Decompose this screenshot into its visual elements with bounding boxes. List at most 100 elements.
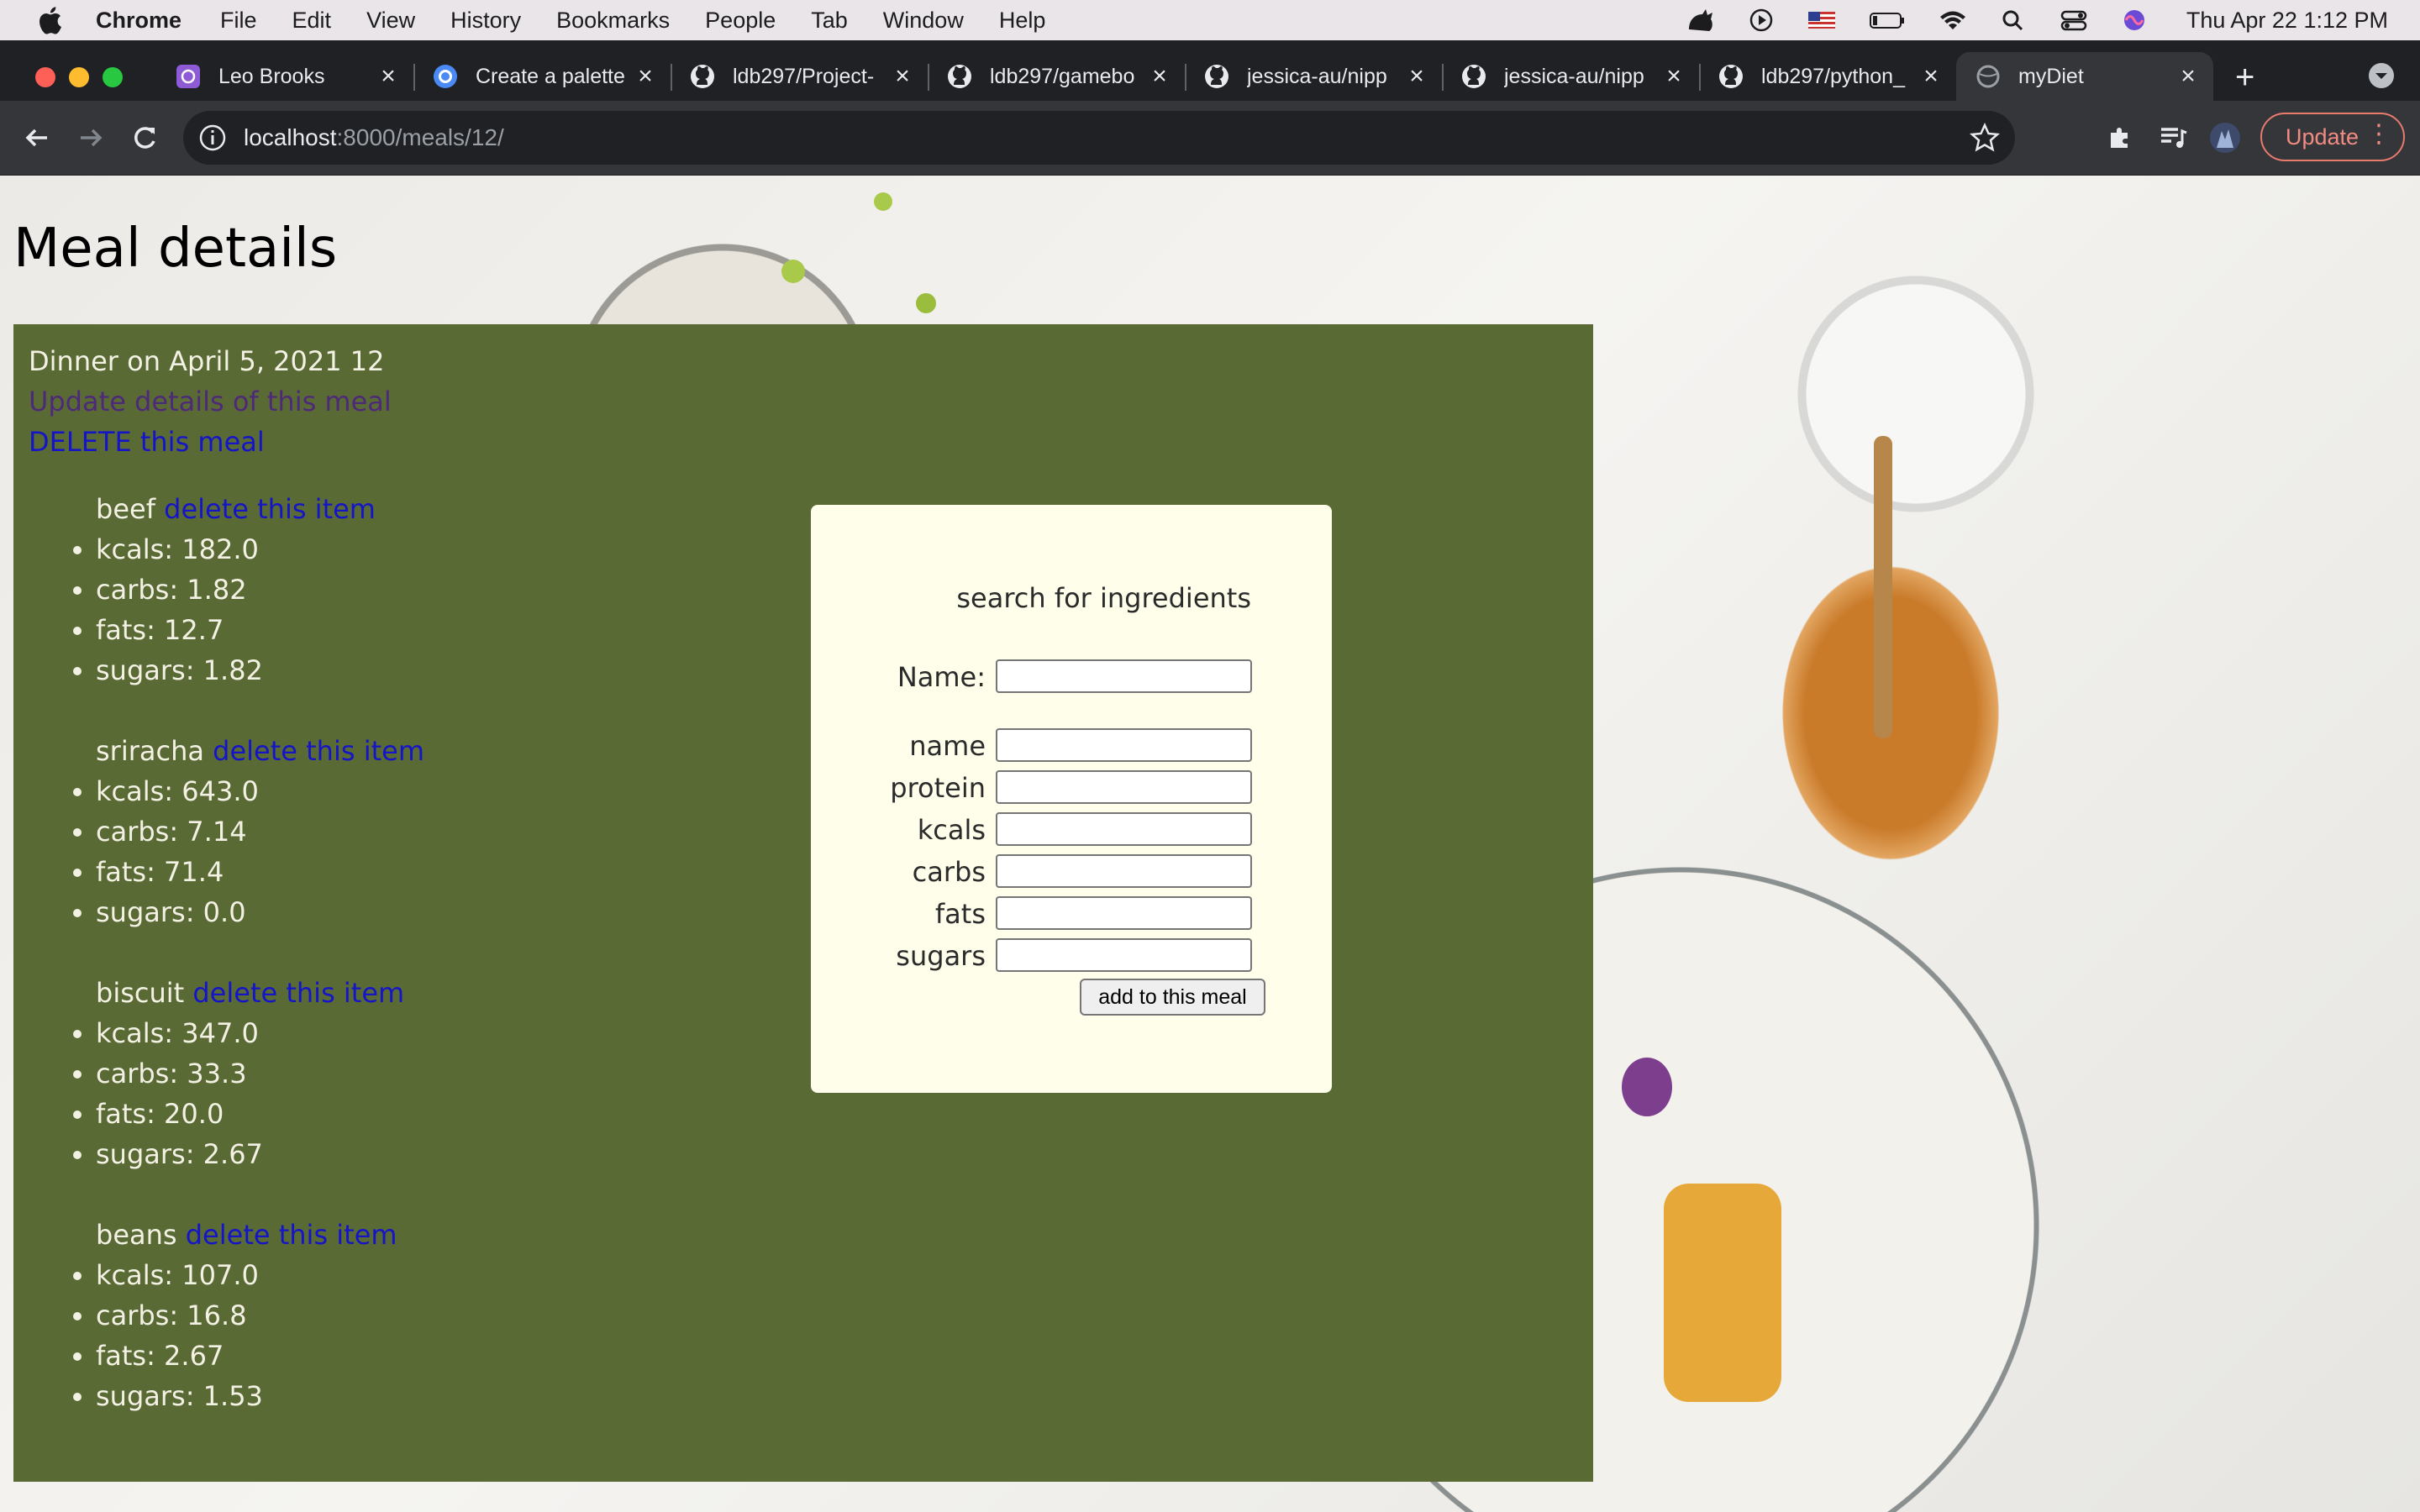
protein-field[interactable]: [996, 770, 1252, 804]
background-photo: [1622, 1058, 1672, 1116]
sugars-field[interactable]: [996, 938, 1252, 972]
carbs-field[interactable]: [996, 854, 1252, 888]
menu-app-name[interactable]: Chrome: [96, 8, 182, 34]
tab-close-icon[interactable]: ×: [1914, 62, 1948, 91]
background-photo: [874, 192, 892, 211]
nutrient-fats: fats: 2.67: [96, 1336, 424, 1376]
tab-github-python[interactable]: ldb297/python_ ×: [1699, 52, 1956, 101]
tab-title: myDiet: [2018, 64, 2084, 88]
tab-github-project[interactable]: ldb297/Project- ×: [671, 52, 929, 101]
tab-close-icon[interactable]: ×: [1400, 62, 1434, 91]
delete-meal-link[interactable]: DELETE this meal: [29, 422, 392, 462]
delete-item-link[interactable]: delete this item: [164, 493, 376, 525]
us-flag-icon[interactable]: [1807, 8, 1837, 33]
fats-field[interactable]: [996, 896, 1252, 930]
tab-title: Leo Brooks: [218, 64, 325, 88]
tab-leo-brooks[interactable]: Leo Brooks ×: [156, 52, 415, 101]
menu-tab[interactable]: Tab: [811, 8, 848, 34]
delete-item-link[interactable]: delete this item: [192, 977, 404, 1009]
name-field[interactable]: [996, 728, 1252, 762]
background-photo: [916, 293, 936, 313]
chrome-update-button[interactable]: Update ⋮: [2260, 113, 2405, 161]
github-icon: [948, 65, 971, 88]
tab-github-nipp-1[interactable]: jessica-au/nipp ×: [1185, 52, 1444, 101]
tab-close-icon[interactable]: ×: [371, 62, 405, 91]
browser-tab-strip: Leo Brooks × Create a palette × ldb297/P…: [0, 40, 2420, 101]
menu-history[interactable]: History: [450, 8, 521, 34]
apple-icon[interactable]: [37, 6, 62, 34]
close-window-button[interactable]: [35, 67, 55, 87]
update-label: Update: [2286, 123, 2360, 150]
tab-close-icon[interactable]: ×: [629, 62, 662, 91]
tab-create-palette[interactable]: Create a palette ×: [413, 52, 672, 101]
menu-help[interactable]: Help: [999, 8, 1046, 34]
siri-icon[interactable]: [2119, 8, 2149, 33]
menu-view[interactable]: View: [366, 8, 415, 34]
cat-status-icon[interactable]: [1686, 8, 1716, 33]
tab-search-dropdown-icon[interactable]: [2368, 62, 2395, 89]
field-row-kcals: kcals: [811, 812, 1332, 849]
zoom-window-button[interactable]: [103, 67, 123, 87]
more-menu-icon[interactable]: ⋮: [2366, 119, 2391, 149]
add-to-meal-button[interactable]: add to this meal: [1080, 979, 1265, 1016]
forward-arrow-icon[interactable]: [72, 119, 109, 156]
update-meal-link[interactable]: Update details of this meal: [29, 381, 392, 422]
menu-file[interactable]: File: [220, 8, 257, 34]
search-heading: search for ingredients: [956, 582, 1251, 614]
field-label-sugars: sugars: [896, 940, 986, 972]
control-center-icon[interactable]: [2059, 8, 2089, 33]
tab-close-icon[interactable]: ×: [1657, 62, 1691, 91]
media-control-icon[interactable]: [2154, 119, 2191, 156]
tab-close-icon[interactable]: ×: [2171, 62, 2205, 91]
field-row-sugars: sugars: [811, 938, 1332, 975]
item-name: beans: [96, 1219, 177, 1251]
extensions-puzzle-icon[interactable]: [2102, 119, 2139, 156]
ingredient-search-form: search for ingredients Name: name protei…: [811, 505, 1332, 1093]
battery-icon[interactable]: [1867, 8, 1907, 33]
menu-edit[interactable]: Edit: [292, 8, 332, 34]
nutrient-fats: fats: 71.4: [96, 852, 424, 892]
github-icon: [1719, 65, 1743, 88]
delete-item-link[interactable]: delete this item: [186, 1219, 397, 1251]
tab-close-icon[interactable]: ×: [1143, 62, 1176, 91]
menu-bookmarks[interactable]: Bookmarks: [556, 8, 670, 34]
field-label-fats: fats: [934, 898, 986, 930]
new-tab-button[interactable]: +: [2235, 59, 2254, 97]
name-search-input[interactable]: [996, 659, 1252, 693]
github-icon: [691, 65, 714, 88]
search-icon[interactable]: [1998, 8, 2028, 33]
tab-github-nipp-2[interactable]: jessica-au/nipp ×: [1442, 52, 1701, 101]
field-row-protein: protein: [811, 770, 1332, 807]
tab-title: ldb297/Project-: [733, 64, 875, 88]
tab-close-icon[interactable]: ×: [886, 62, 919, 91]
nutrient-list: kcals: 347.0 carbs: 33.3 fats: 20.0 suga…: [29, 1013, 424, 1174]
back-arrow-icon[interactable]: [18, 119, 55, 156]
field-row-name: name: [811, 728, 1332, 765]
minimize-window-button[interactable]: [69, 67, 89, 87]
address-bar[interactable]: localhost:8000/meals/12/: [183, 111, 2015, 165]
nutrient-sugars: sugars: 1.82: [96, 650, 424, 690]
tab-mydiet[interactable]: myDiet ×: [1956, 52, 2213, 101]
nutrient-carbs: carbs: 7.14: [96, 811, 424, 852]
info-icon[interactable]: [198, 123, 227, 152]
play-circle-icon[interactable]: [1746, 8, 1776, 33]
delete-item-link[interactable]: delete this item: [213, 735, 424, 767]
kcals-field[interactable]: [996, 812, 1252, 846]
field-label-carbs: carbs: [912, 856, 986, 888]
macos-menu-bar: Chrome File Edit View History Bookmarks …: [0, 0, 2420, 40]
field-row-carbs: carbs: [811, 854, 1332, 891]
meal-item: sriracha delete this item kcals: 643.0 c…: [29, 731, 424, 932]
github-icon: [1205, 65, 1228, 88]
profile-avatar[interactable]: [2207, 119, 2244, 156]
wifi-icon[interactable]: [1938, 8, 1968, 33]
nutrient-list: kcals: 107.0 carbs: 16.8 fats: 2.67 suga…: [29, 1255, 424, 1416]
reload-icon[interactable]: [126, 119, 163, 156]
nutrient-sugars: sugars: 0.0: [96, 892, 424, 932]
menu-people[interactable]: People: [705, 8, 776, 34]
menu-window[interactable]: Window: [883, 8, 964, 34]
tab-title: Create a palette: [476, 64, 625, 88]
nutrient-kcals: kcals: 182.0: [96, 529, 424, 570]
tab-github-gameboy[interactable]: ldb297/gamebo ×: [928, 52, 1186, 101]
menubar-clock[interactable]: Thu Apr 22 1:12 PM: [2186, 8, 2388, 34]
bookmark-star-icon[interactable]: [1970, 123, 2000, 153]
